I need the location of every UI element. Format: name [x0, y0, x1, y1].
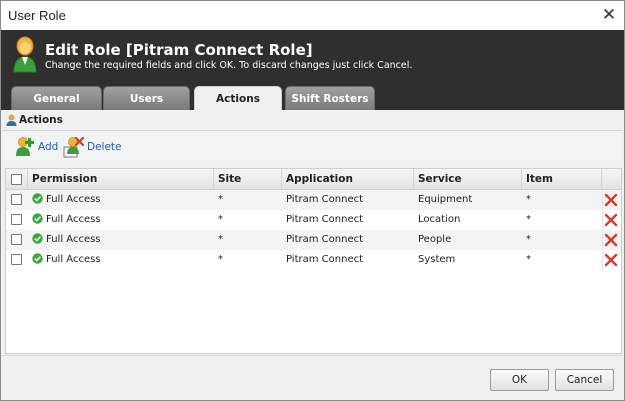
- page-title: Edit Role [Pitram Connect Role]: [45, 41, 313, 59]
- service-cell: Equipment: [418, 194, 473, 205]
- grid-header: Permission Site Application Service Item: [6, 169, 621, 190]
- table-row[interactable]: Full Access * Pitram Connect System *: [6, 250, 621, 270]
- toolbar: Add Delete: [2, 131, 623, 161]
- site-cell: *: [218, 194, 223, 205]
- ok-button[interactable]: OK: [490, 369, 549, 391]
- service-cell: Location: [418, 214, 461, 225]
- delete-button[interactable]: Delete: [63, 136, 122, 158]
- site-cell: *: [218, 254, 223, 265]
- tab-general[interactable]: General: [11, 86, 102, 110]
- tab-shift-rosters[interactable]: Shift Rosters: [285, 86, 375, 110]
- permission-cell: Full Access: [28, 210, 101, 230]
- select-all-column: [6, 169, 28, 190]
- row-checkbox[interactable]: [11, 234, 22, 245]
- item-cell: *: [526, 254, 531, 265]
- section-title: Actions: [19, 114, 63, 126]
- check-icon: [32, 253, 43, 264]
- add-button[interactable]: Add: [14, 136, 58, 158]
- column-permission[interactable]: Permission: [28, 169, 214, 190]
- permission-cell: Full Access: [28, 250, 101, 270]
- cancel-button[interactable]: Cancel: [555, 369, 614, 391]
- user-icon: [6, 114, 17, 126]
- site-cell: *: [218, 214, 223, 225]
- permission-label: Full Access: [46, 254, 101, 265]
- dialog-header: Edit Role [Pitram Connect Role] Change t…: [1, 30, 624, 111]
- item-cell: *: [526, 194, 531, 205]
- tab-users[interactable]: Users: [103, 86, 190, 110]
- column-site[interactable]: Site: [214, 169, 282, 190]
- service-cell: System: [418, 254, 456, 265]
- user-icon: [13, 36, 37, 73]
- application-cell: Pitram Connect: [286, 214, 364, 225]
- delete-row-icon[interactable]: [604, 213, 618, 227]
- delete-row-icon[interactable]: [604, 193, 618, 207]
- delete-label: Delete: [87, 141, 122, 153]
- user-role-dialog: User Role ✕ Edit Role [Pitram Connect Ro…: [0, 0, 625, 401]
- add-user-icon: [16, 137, 34, 156]
- application-cell: Pitram Connect: [286, 254, 364, 265]
- section-header: Actions: [6, 114, 63, 126]
- column-application[interactable]: Application: [282, 169, 414, 190]
- tab-actions[interactable]: Actions: [194, 86, 282, 111]
- delete-user-icon: [63, 136, 85, 158]
- delete-row-icon[interactable]: [604, 253, 618, 267]
- tab-bar: General Users Actions Shift Rosters: [1, 86, 624, 111]
- table-row[interactable]: Full Access * Pitram Connect Equipment *: [6, 190, 621, 210]
- add-label: Add: [38, 141, 59, 153]
- actions-panel: Actions Add Delete Permission Site Appli…: [2, 110, 623, 355]
- check-icon: [32, 213, 43, 224]
- column-divider: [602, 190, 603, 270]
- permission-label: Full Access: [46, 234, 101, 245]
- check-icon: [32, 193, 43, 204]
- row-checkbox[interactable]: [11, 254, 22, 265]
- application-cell: Pitram Connect: [286, 194, 364, 205]
- item-cell: *: [526, 234, 531, 245]
- site-cell: *: [218, 234, 223, 245]
- delete-row-icon[interactable]: [604, 233, 618, 247]
- item-cell: *: [526, 214, 531, 225]
- dialog-footer: OK Cancel: [2, 355, 623, 400]
- window-title: User Role: [8, 8, 66, 23]
- close-icon[interactable]: ✕: [600, 6, 618, 24]
- permission-cell: Full Access: [28, 190, 101, 210]
- application-cell: Pitram Connect: [286, 234, 364, 245]
- column-service[interactable]: Service: [414, 169, 522, 190]
- permission-cell: Full Access: [28, 230, 101, 250]
- select-all-checkbox[interactable]: [11, 174, 22, 185]
- service-cell: People: [418, 234, 452, 245]
- check-icon: [32, 233, 43, 244]
- table-row[interactable]: Full Access * Pitram Connect Location *: [6, 210, 621, 230]
- row-checkbox[interactable]: [11, 214, 22, 225]
- permission-label: Full Access: [46, 194, 101, 205]
- column-item[interactable]: Item: [522, 169, 602, 190]
- actions-grid: Permission Site Application Service Item…: [5, 168, 622, 354]
- table-row[interactable]: Full Access * Pitram Connect People *: [6, 230, 621, 250]
- title-bar: User Role ✕: [1, 1, 624, 30]
- permission-label: Full Access: [46, 214, 101, 225]
- page-subtitle: Change the required fields and click OK.…: [45, 60, 413, 71]
- row-checkbox[interactable]: [11, 194, 22, 205]
